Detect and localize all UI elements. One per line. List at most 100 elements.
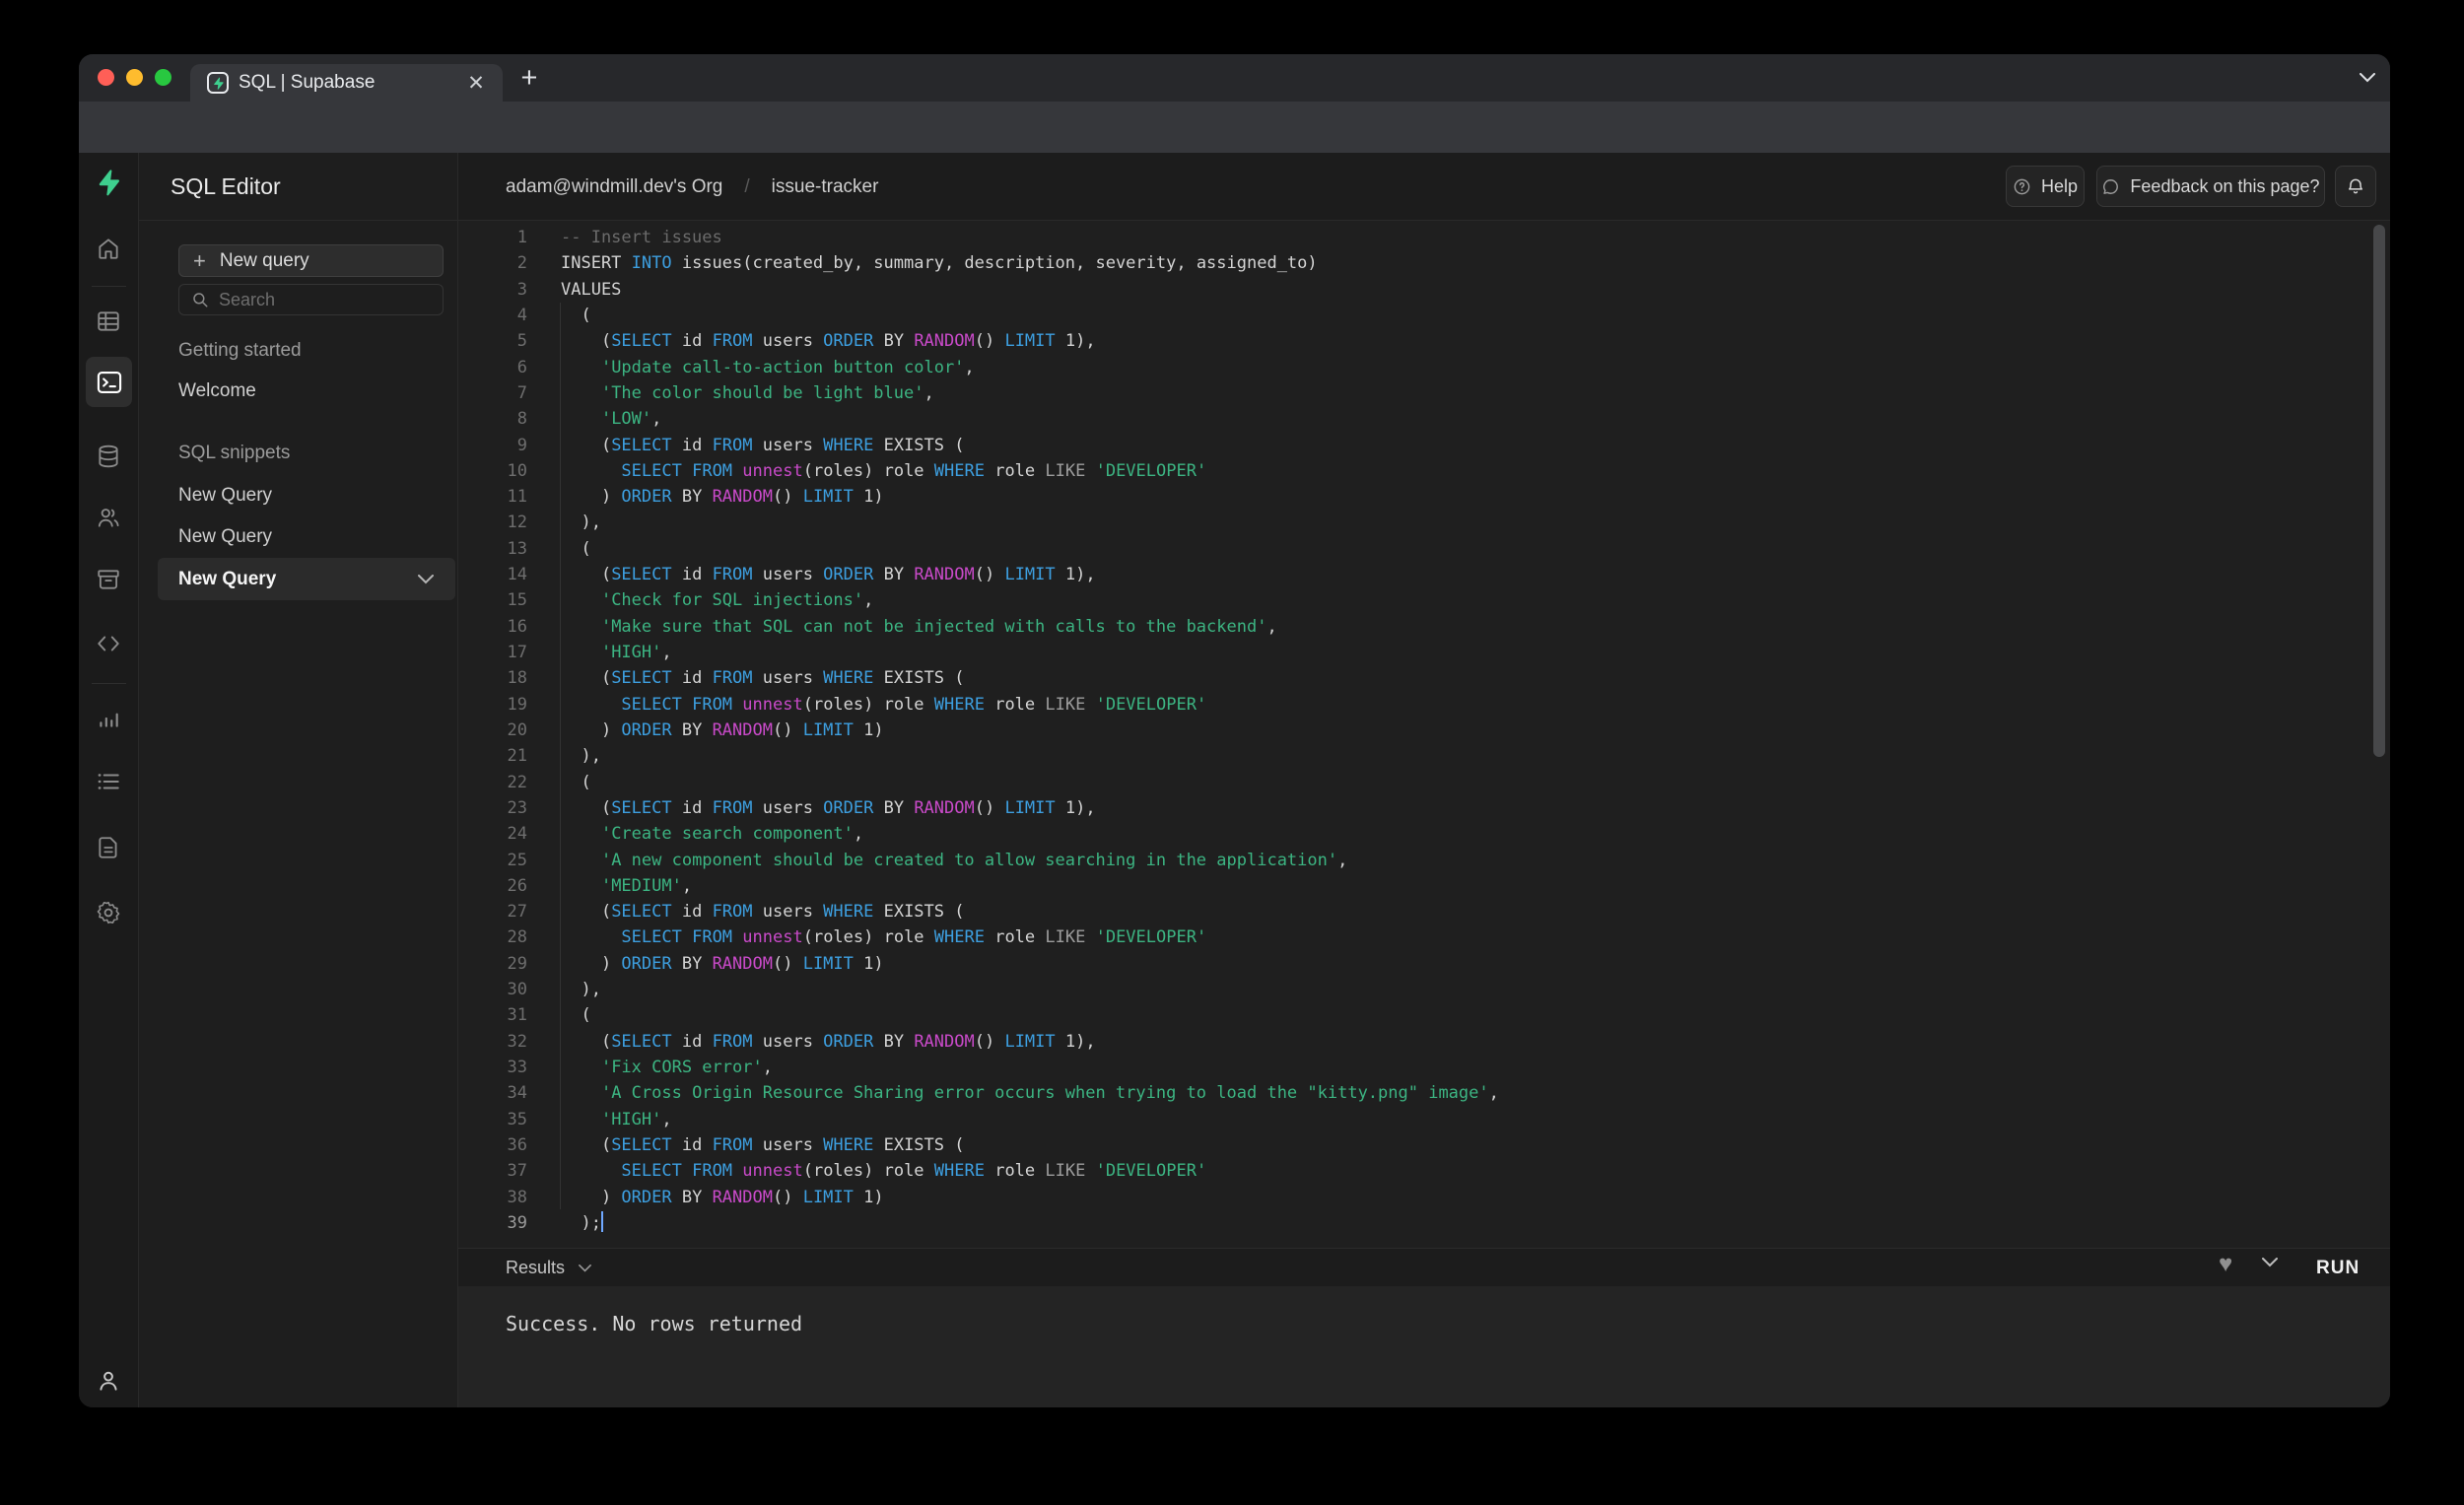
- minimize-window-button[interactable]: [126, 69, 143, 86]
- code-line[interactable]: 2 INSERT INTO issues(created_by, summary,…: [458, 250, 2390, 276]
- text-cursor: [600, 1210, 603, 1232]
- results-label: Results: [506, 1258, 566, 1277]
- close-window-button[interactable]: [98, 69, 114, 86]
- breadcrumb-org[interactable]: adam@windmill.dev's Org: [506, 176, 722, 198]
- account-icon[interactable]: [94, 1366, 123, 1396]
- code-line[interactable]: 3 VALUES: [458, 277, 2390, 303]
- sidebar-item-new-query-2[interactable]: New Query: [178, 526, 272, 548]
- code-line[interactable]: 21 ),: [458, 743, 2390, 769]
- notifications-button[interactable]: [2335, 166, 2376, 207]
- help-icon: [2014, 178, 2030, 194]
- home-icon[interactable]: [94, 234, 123, 263]
- sidebar-item-new-query-selected[interactable]: New Query: [158, 558, 455, 600]
- maximize-window-button[interactable]: [155, 69, 171, 86]
- code-line[interactable]: 5 (SELECT id FROM users ORDER BY RANDOM(…: [458, 328, 2390, 354]
- code-lines: 1 -- Insert issues 2 INSERT INTO issues(cre…: [458, 225, 2390, 1236]
- sql-editor-icon-active[interactable]: [86, 357, 132, 407]
- code-line[interactable]: 22 (: [458, 770, 2390, 795]
- tab-sql-supabase[interactable]: SQL | Supabase ✕: [190, 64, 503, 102]
- code-line[interactable]: 28 SELECT FROM unnest(roles) role WHERE …: [458, 924, 2390, 950]
- run-options-chevron-icon[interactable]: [2262, 1258, 2278, 1267]
- code-line[interactable]: 18 (SELECT id FROM users WHERE EXISTS (: [458, 665, 2390, 691]
- code-line[interactable]: 38 ) ORDER BY RANDOM() LIMIT 1): [458, 1185, 2390, 1210]
- breadcrumb-separator: /: [744, 175, 750, 197]
- code-line[interactable]: 26 'MEDIUM',: [458, 873, 2390, 899]
- code-line[interactable]: 35 'HIGH',: [458, 1107, 2390, 1132]
- settings-gear-icon[interactable]: [94, 898, 123, 927]
- plus-icon: +: [193, 247, 206, 273]
- chevron-down-icon: [579, 1264, 591, 1272]
- sidebar-item-new-query-1[interactable]: New Query: [178, 485, 272, 507]
- editor-scrollbar[interactable]: [2373, 225, 2385, 757]
- main-content: adam@windmill.dev's Org / issue-tracker …: [458, 153, 2390, 1407]
- section-sql-snippets: SQL snippets: [178, 443, 291, 463]
- browser-window: SQL | Supabase ✕ + SQL Editor + New quer…: [79, 54, 2390, 1407]
- storage-icon[interactable]: [94, 565, 123, 594]
- bell-icon: [2349, 178, 2362, 194]
- code-line[interactable]: 31 (: [458, 1002, 2390, 1028]
- tab-title: SQL | Supabase: [239, 72, 376, 93]
- code-line[interactable]: 27 (SELECT id FROM users WHERE EXISTS (: [458, 899, 2390, 924]
- code-line[interactable]: 4 (: [458, 303, 2390, 328]
- auth-users-icon[interactable]: [94, 503, 123, 532]
- code-line[interactable]: 20 ) ORDER BY RANDOM() LIMIT 1): [458, 718, 2390, 743]
- search-placeholder: Search: [219, 289, 276, 309]
- help-button[interactable]: Help: [2006, 166, 2085, 207]
- code-line[interactable]: 19 SELECT FROM unnest(roles) role WHERE …: [458, 692, 2390, 718]
- code-line[interactable]: 8 'LOW',: [458, 406, 2390, 432]
- docs-icon[interactable]: [94, 833, 123, 862]
- code-line[interactable]: 6 'Update call-to-action button color',: [458, 355, 2390, 380]
- results-dropdown[interactable]: Results: [506, 1249, 591, 1287]
- logs-icon[interactable]: [94, 767, 123, 796]
- code-line[interactable]: 33 'Fix CORS error',: [458, 1055, 2390, 1080]
- new-tab-button[interactable]: +: [513, 62, 545, 94]
- code-line[interactable]: 34 'A Cross Origin Resource Sharing erro…: [458, 1080, 2390, 1106]
- selected-query-label: New Query: [178, 568, 277, 589]
- nav-rail: [79, 153, 139, 1407]
- reports-icon[interactable]: [94, 704, 123, 733]
- sidebar-item-welcome[interactable]: Welcome: [178, 380, 256, 402]
- code-line[interactable]: 23 (SELECT id FROM users ORDER BY RANDOM…: [458, 795, 2390, 821]
- run-button[interactable]: RUN: [2316, 1249, 2360, 1287]
- code-line[interactable]: 39 );: [458, 1210, 2390, 1236]
- code-line[interactable]: 30 ),: [458, 977, 2390, 1002]
- code-line[interactable]: 32 (SELECT id FROM users ORDER BY RANDOM…: [458, 1029, 2390, 1055]
- code-line[interactable]: 36 (SELECT id FROM users WHERE EXISTS (: [458, 1132, 2390, 1158]
- chevron-down-icon[interactable]: [418, 574, 434, 584]
- new-query-button-label: New query: [219, 249, 309, 271]
- screenshot-stage: SQL | Supabase ✕ + SQL Editor + New quer…: [0, 0, 2464, 1505]
- tab-search-chevron-icon[interactable]: [2354, 64, 2381, 92]
- edge-functions-icon[interactable]: [94, 629, 123, 658]
- feedback-button[interactable]: Feedback on this page?: [2096, 166, 2325, 207]
- code-line[interactable]: 1 -- Insert issues: [458, 225, 2390, 250]
- favorite-heart-icon[interactable]: ♥: [2219, 1251, 2232, 1278]
- code-line[interactable]: 13 (: [458, 536, 2390, 562]
- code-line[interactable]: 10 SELECT FROM unnest(roles) role WHERE …: [458, 458, 2390, 484]
- tab-close-icon[interactable]: ✕: [462, 69, 490, 97]
- breadcrumb-project[interactable]: issue-tracker: [772, 176, 879, 198]
- code-line[interactable]: 25 'A new component should be created to…: [458, 848, 2390, 873]
- rail-divider: [92, 286, 126, 287]
- search-input[interactable]: Search: [178, 284, 444, 315]
- code-line[interactable]: 12 ),: [458, 510, 2390, 535]
- code-line[interactable]: 17 'HIGH',: [458, 640, 2390, 665]
- tab-strip: SQL | Supabase ✕ +: [79, 54, 2390, 102]
- sql-code-editor[interactable]: 1 -- Insert issues 2 INSERT INTO issues(cre…: [458, 221, 2390, 1248]
- code-line[interactable]: 37 SELECT FROM unnest(roles) role WHERE …: [458, 1158, 2390, 1184]
- code-line[interactable]: 9 (SELECT id FROM users WHERE EXISTS (: [458, 433, 2390, 458]
- code-line[interactable]: 24 'Create search component',: [458, 821, 2390, 847]
- table-editor-icon[interactable]: [94, 307, 123, 336]
- new-query-button[interactable]: + New query: [178, 244, 444, 277]
- database-icon[interactable]: [94, 442, 123, 471]
- project-topbar: adam@windmill.dev's Org / issue-tracker …: [458, 153, 2390, 221]
- sql-editor-sidebar: SQL Editor + New query Search Getting st…: [139, 153, 458, 1407]
- code-line[interactable]: 14 (SELECT id FROM users ORDER BY RANDOM…: [458, 562, 2390, 587]
- code-line[interactable]: 29 ) ORDER BY RANDOM() LIMIT 1): [458, 951, 2390, 977]
- code-line[interactable]: 7 'The color should be light blue',: [458, 380, 2390, 406]
- feedback-button-label: Feedback on this page?: [2130, 175, 2320, 196]
- code-line[interactable]: 15 'Check for SQL injections',: [458, 587, 2390, 613]
- code-line[interactable]: 16 'Make sure that SQL can not be inject…: [458, 614, 2390, 640]
- breadcrumb: adam@windmill.dev's Org / issue-tracker: [506, 153, 878, 221]
- code-line[interactable]: 11 ) ORDER BY RANDOM() LIMIT 1): [458, 484, 2390, 510]
- supabase-logo-icon[interactable]: [94, 168, 123, 197]
